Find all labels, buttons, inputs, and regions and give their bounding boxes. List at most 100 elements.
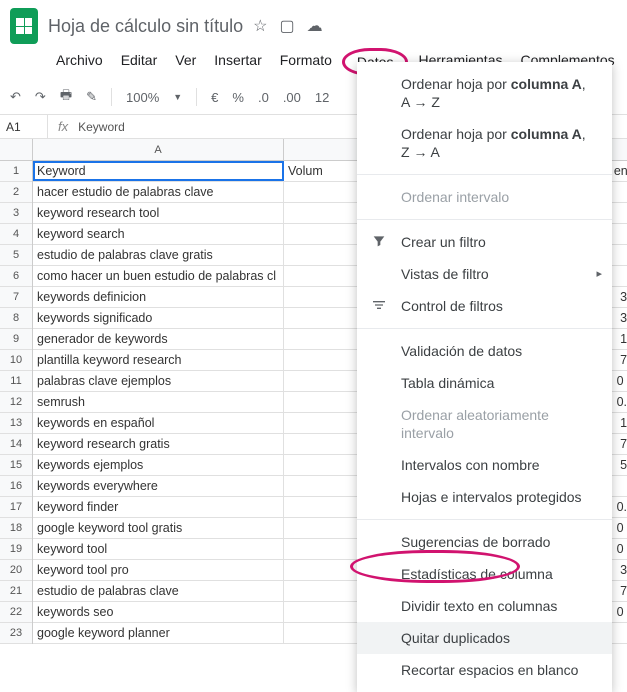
cell[interactable] <box>284 182 359 202</box>
cell[interactable] <box>284 518 359 538</box>
dd-protected[interactable]: Hojas e intervalos protegidos <box>357 481 612 513</box>
col-header-b-partial[interactable] <box>284 139 359 160</box>
cell[interactable] <box>284 413 359 433</box>
row-header[interactable]: 3 <box>0 203 32 224</box>
redo-icon[interactable]: ↷ <box>35 89 46 105</box>
row-header[interactable]: 17 <box>0 497 32 518</box>
cell[interactable] <box>284 245 359 265</box>
row-header[interactable]: 23 <box>0 623 32 644</box>
dec-minus-button[interactable]: .0 <box>258 90 269 105</box>
dec-plus-button[interactable]: .00 <box>283 90 301 105</box>
row-header[interactable]: 1 <box>0 161 32 182</box>
row-header[interactable]: 18 <box>0 518 32 539</box>
dd-filter-control[interactable]: Control de filtros <box>357 290 612 322</box>
menu-archivo[interactable]: Archivo <box>48 48 111 76</box>
menu-ver[interactable]: Ver <box>167 48 204 76</box>
cell[interactable]: generador de keywords <box>33 329 284 349</box>
dd-col-stats[interactable]: Estadísticas de columna <box>357 558 612 590</box>
cell[interactable]: estudio de palabras clave <box>33 581 284 601</box>
dd-sort-desc[interactable]: Ordenar hoja por columna A, Z → A <box>357 118 612 168</box>
row-header[interactable]: 6 <box>0 266 32 287</box>
row-header[interactable]: 20 <box>0 560 32 581</box>
cell[interactable]: keyword search <box>33 224 284 244</box>
star-icon[interactable]: ☆ <box>253 16 267 36</box>
cell[interactable]: google keyword tool gratis <box>33 518 284 538</box>
cell[interactable] <box>284 434 359 454</box>
cell[interactable] <box>284 392 359 412</box>
row-header[interactable]: 21 <box>0 581 32 602</box>
cell[interactable]: google keyword planner <box>33 623 284 643</box>
cell[interactable]: keywords significado <box>33 308 284 328</box>
cell[interactable]: palabras clave ejemplos <box>33 371 284 391</box>
cell[interactable] <box>284 350 359 370</box>
dd-create-filter[interactable]: Crear un filtro <box>357 226 612 258</box>
row-header[interactable]: 7 <box>0 287 32 308</box>
row-header[interactable]: 5 <box>0 245 32 266</box>
formula-bar[interactable]: Keyword <box>78 120 125 134</box>
dd-data-validation[interactable]: Validación de datos <box>357 335 612 367</box>
row-header[interactable]: 8 <box>0 308 32 329</box>
dd-filter-views[interactable]: Vistas de filtro <box>357 258 612 290</box>
move-icon[interactable]: ▢ <box>279 16 294 36</box>
sheets-logo[interactable] <box>10 8 38 44</box>
row-header[interactable]: 4 <box>0 224 32 245</box>
cell[interactable]: keywords seo <box>33 602 284 622</box>
cell[interactable] <box>284 602 359 622</box>
cell[interactable] <box>284 203 359 223</box>
cell[interactable]: keywords en español <box>33 413 284 433</box>
menu-editar[interactable]: Editar <box>113 48 166 76</box>
cell[interactable] <box>284 266 359 286</box>
percent-button[interactable]: % <box>232 90 244 105</box>
cell[interactable]: estudio de palabras clave gratis <box>33 245 284 265</box>
cell[interactable]: keywords definicion <box>33 287 284 307</box>
cell[interactable] <box>284 329 359 349</box>
cell[interactable]: keyword tool <box>33 539 284 559</box>
cell[interactable]: keyword research tool <box>33 203 284 223</box>
col-header-a[interactable]: A <box>33 139 284 160</box>
format-123-button[interactable]: 12 <box>315 90 329 105</box>
cell[interactable] <box>284 581 359 601</box>
cell[interactable]: hacer estudio de palabras clave <box>33 182 284 202</box>
cell[interactable]: Keyword <box>33 161 284 181</box>
doc-title[interactable]: Hoja de cálculo sin título <box>48 16 243 37</box>
dd-cleanup[interactable]: Sugerencias de borrado <box>357 526 612 558</box>
row-header[interactable]: 2 <box>0 182 32 203</box>
dd-named-ranges[interactable]: Intervalos con nombre <box>357 449 612 481</box>
row-header[interactable]: 12 <box>0 392 32 413</box>
cell[interactable] <box>284 623 359 643</box>
cell[interactable]: keyword tool pro <box>33 560 284 580</box>
zoom-select[interactable]: 100% <box>126 90 159 105</box>
dd-sort-asc[interactable]: Ordenar hoja por columna A, A → Z <box>357 68 612 118</box>
row-header[interactable]: 11 <box>0 371 32 392</box>
cell[interactable] <box>284 539 359 559</box>
menu-insertar[interactable]: Insertar <box>206 48 269 76</box>
row-header[interactable]: 22 <box>0 602 32 623</box>
row-header[interactable]: 10 <box>0 350 32 371</box>
cell[interactable] <box>284 224 359 244</box>
dd-pivot-table[interactable]: Tabla dinámica <box>357 367 612 399</box>
row-header[interactable]: 13 <box>0 413 32 434</box>
cell[interactable] <box>284 287 359 307</box>
row-header[interactable]: 15 <box>0 455 32 476</box>
paint-format-icon[interactable]: ✎ <box>86 89 97 105</box>
cell[interactable] <box>284 455 359 475</box>
dd-remove-duplicates[interactable]: Quitar duplicados <box>357 622 612 654</box>
cell[interactable] <box>284 560 359 580</box>
cell[interactable]: como hacer un buen estudio de palabras c… <box>33 266 284 286</box>
cell[interactable]: semrush <box>33 392 284 412</box>
dd-trim-whitespace[interactable]: Recortar espacios en blanco <box>357 654 612 686</box>
cell[interactable]: keywords everywhere <box>33 476 284 496</box>
cell[interactable]: keyword research gratis <box>33 434 284 454</box>
cloud-icon[interactable]: ☁ <box>307 16 323 36</box>
row-header[interactable]: 16 <box>0 476 32 497</box>
cell[interactable] <box>284 497 359 517</box>
undo-icon[interactable]: ↶ <box>10 89 21 105</box>
print-icon[interactable]: 🖶 <box>60 86 72 108</box>
select-all-corner[interactable] <box>0 139 32 161</box>
name-box[interactable]: A1 <box>0 115 48 138</box>
row-header[interactable]: 14 <box>0 434 32 455</box>
cell[interactable]: keywords ejemplos <box>33 455 284 475</box>
cell[interactable]: Volum <box>284 161 359 181</box>
dd-split-text[interactable]: Dividir texto en columnas <box>357 590 612 622</box>
cell[interactable]: keyword finder <box>33 497 284 517</box>
